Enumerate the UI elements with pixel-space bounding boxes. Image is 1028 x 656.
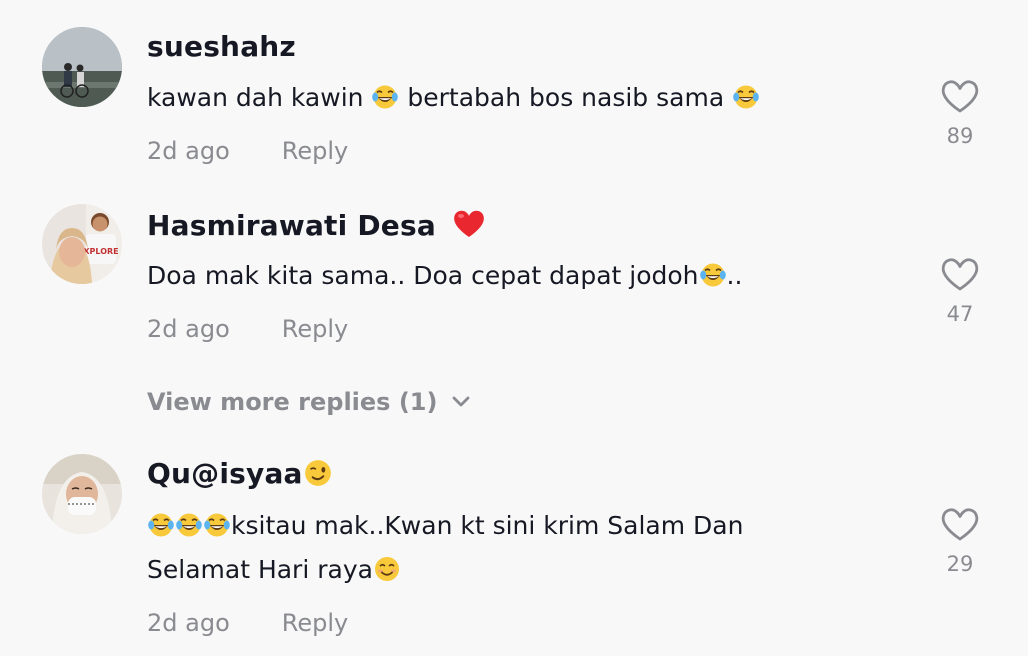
view-more-replies-button[interactable]: View more replies (1) bbox=[147, 388, 471, 416]
comment-username[interactable]: Hasmirawati Desa bbox=[147, 207, 486, 242]
like-count: 29 bbox=[946, 552, 974, 576]
comment-text-part: ksitau mak..Kwan kt sini krim Salam Dan bbox=[231, 511, 744, 540]
comment-text-part: Selamat Hari raya bbox=[147, 555, 373, 584]
comment-username-text[interactable]: Hasmirawati Desa bbox=[147, 209, 436, 242]
comment-text: ksitau mak..Kwan kt sini krim Salam Dan … bbox=[147, 504, 743, 592]
avatar[interactable]: XPLORE bbox=[42, 204, 122, 284]
like-button[interactable]: 29 bbox=[938, 505, 982, 576]
winking-face-emoji bbox=[304, 460, 331, 486]
comment-text-part: kawan dah kawin bbox=[147, 83, 372, 112]
laughing-tears-emoji bbox=[175, 512, 203, 538]
heart-outline-icon[interactable] bbox=[940, 77, 980, 114]
comment-meta: 2d ago Reply bbox=[147, 137, 348, 165]
smiling-face-emoji bbox=[374, 557, 399, 581]
laughing-tears-emoji bbox=[698, 262, 727, 288]
laughing-tears-emoji bbox=[732, 84, 760, 110]
comment-username[interactable]: Qu@isyaa bbox=[147, 457, 333, 490]
chevron-down-icon[interactable] bbox=[451, 395, 471, 409]
comment-meta: 2d ago Reply bbox=[147, 609, 348, 637]
comment-username-text[interactable]: Qu@isyaa bbox=[147, 457, 303, 490]
comment-meta: 2d ago Reply bbox=[147, 315, 348, 343]
comment-username[interactable]: sueshahz bbox=[147, 30, 296, 63]
comment-time: 2d ago bbox=[147, 609, 230, 637]
reply-button[interactable]: Reply bbox=[282, 137, 348, 165]
comment-text: kawan dah kawin bertabah bos nasib sama bbox=[147, 76, 760, 120]
view-more-replies-label[interactable]: View more replies (1) bbox=[147, 388, 437, 416]
comment-text-part: Doa mak kita sama.. Doa cepat dapat jodo… bbox=[147, 261, 699, 290]
reply-button[interactable]: Reply bbox=[282, 609, 348, 637]
reply-button[interactable]: Reply bbox=[282, 315, 348, 343]
comment-text-part: bertabah bos nasib sama bbox=[399, 83, 733, 112]
laughing-tears-emoji bbox=[371, 84, 400, 110]
comment-time: 2d ago bbox=[147, 137, 230, 165]
svg-text:XPLORE: XPLORE bbox=[83, 247, 118, 256]
heart-outline-icon[interactable] bbox=[940, 255, 980, 292]
laughing-tears-emoji bbox=[147, 512, 175, 538]
avatar[interactable] bbox=[42, 454, 122, 534]
avatar[interactable] bbox=[42, 27, 122, 107]
like-count: 89 bbox=[946, 124, 974, 148]
comment-text-part: .. bbox=[726, 261, 743, 290]
like-button[interactable]: 47 bbox=[938, 255, 982, 326]
laughing-tears-emoji bbox=[203, 512, 231, 538]
red-heart-emoji bbox=[454, 210, 484, 237]
comment-time: 2d ago bbox=[147, 315, 230, 343]
heart-outline-icon[interactable] bbox=[940, 505, 980, 542]
like-button[interactable]: 89 bbox=[938, 77, 982, 148]
comment-text: Doa mak kita sama.. Doa cepat dapat jodo… bbox=[147, 254, 742, 298]
like-count: 47 bbox=[946, 302, 974, 326]
